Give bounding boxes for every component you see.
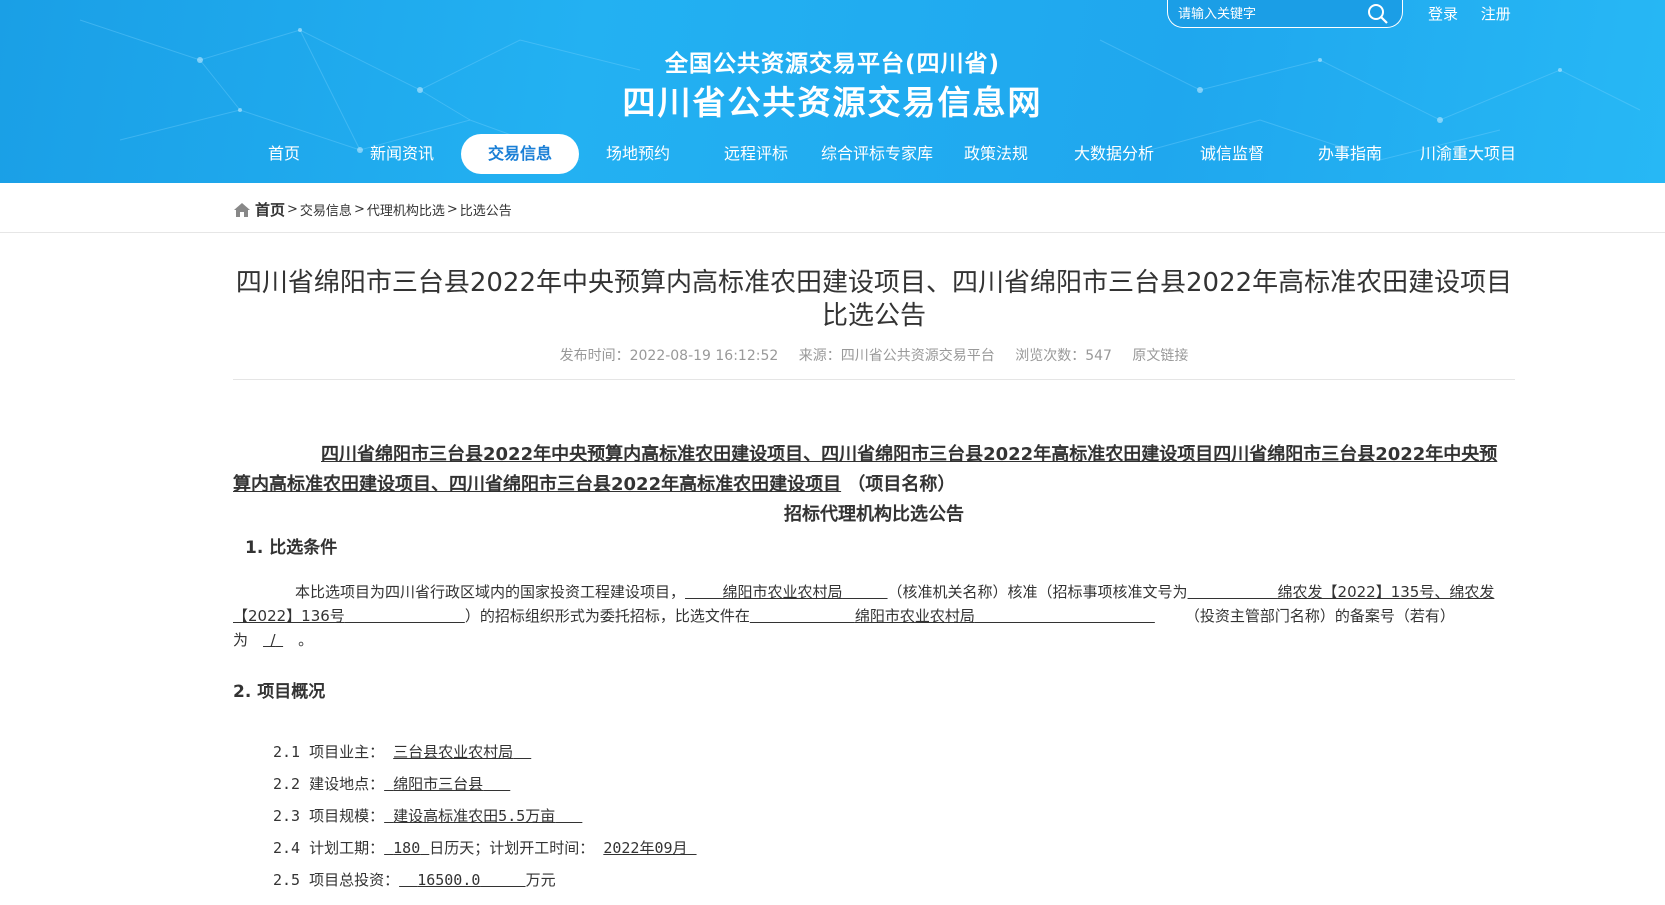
nav-item-trade-info[interactable]: 交易信息 — [461, 134, 579, 174]
source: 来源：四川省公共资源交易平台 — [798, 348, 995, 364]
nav-item-expert-library[interactable]: 综合评标专家库 — [815, 134, 939, 174]
filing-authority: 绵阳市农业农村局 — [854, 607, 975, 625]
para-text: 本比选项目为四川省行政区域内的国家投资工程建设项目， — [295, 583, 686, 601]
investment-value: 16500.0 — [417, 871, 481, 889]
project-overview-list: 2.1 项目业主： 三台县农业农村局 2.2 建设地点： 绵阳市三台县 2.3 … — [233, 736, 1515, 896]
list-item: 2.3 项目规模： 建设高标准农田5.5万亩 — [273, 800, 1515, 832]
breadcrumb: 首页 > 交易信息 > 代理机构比选 > 比选公告 — [0, 183, 1665, 233]
nav-item-remote-review[interactable]: 远程评标 — [697, 134, 815, 174]
para-text: ）的招标组织形式为委托招标，比选文件在 — [464, 607, 750, 625]
register-link[interactable]: 注册 — [1481, 5, 1511, 23]
view-count: 浏览次数：547 — [1015, 348, 1112, 364]
article: 四川省绵阳市三台县2022年中央预算内高标准农田建设项目、四川省绵阳市三台县20… — [233, 233, 1515, 896]
search-icon[interactable] — [1366, 2, 1390, 26]
breadcrumb-sep: > — [287, 202, 298, 217]
nav-item-credit[interactable]: 诚信监督 — [1173, 134, 1291, 174]
list-item: 2.1 项目业主： 三台县农业农村局 — [273, 736, 1515, 768]
section-2-title: 2. 项目概况 — [233, 682, 326, 702]
site-header: 登录 注册 全国公共资源交易平台(四川省) 四川省公共资源交易信息网 首页 新闻… — [0, 0, 1665, 183]
breadcrumb-current[interactable]: 比选公告 — [460, 200, 512, 219]
list-item: 2.2 建设地点： 绵阳市三台县 — [273, 768, 1515, 800]
project-heading: 四川省绵阳市三台县2022年中央预算内高标准农田建设项目、四川省绵阳市三台县20… — [233, 440, 1515, 500]
breadcrumb-trade-info[interactable]: 交易信息 — [300, 200, 352, 219]
breadcrumb-sep: > — [353, 202, 365, 217]
article-meta: 发布时间：2022-08-19 16:12:52 来源：四川省公共资源交易平台 … — [233, 345, 1515, 380]
main-nav: 首页 新闻资讯 交易信息 场地预约 远程评标 综合评标专家库 政策法规 大数据分… — [225, 134, 1525, 174]
login-link[interactable]: 登录 — [1428, 5, 1458, 23]
nav-item-big-data[interactable]: 大数据分析 — [1055, 134, 1173, 174]
list-item: 2.5 项目总投资： 16500.0 万元 — [273, 871, 556, 889]
location-value: 绵阳市三台县 — [393, 775, 484, 793]
section-1-title: 1. 比选条件 — [245, 538, 338, 558]
project-name-suffix: （项目名称） — [847, 474, 956, 495]
original-link[interactable]: 原文链接 — [1132, 348, 1188, 364]
nav-item-guide[interactable]: 办事指南 — [1291, 134, 1409, 174]
site-title: 四川省公共资源交易信息网 — [622, 83, 1043, 122]
nav-item-major-projects[interactable]: 川渝重大项目 — [1409, 134, 1527, 174]
duration-value: 180 — [393, 839, 421, 857]
list-item: 2.4 计划工期： 180 日历天；计划开工时间： 2022年09月 — [273, 832, 1515, 864]
para-text: （核准机关名称）核准（招标事项核准文号为 — [887, 583, 1188, 601]
nav-item-home[interactable]: 首页 — [225, 134, 343, 174]
filing-number: / — [270, 631, 276, 649]
breadcrumb-home[interactable]: 首页 — [255, 199, 285, 220]
section-1-paragraph: 本比选项目为四川省行政区域内的国家投资工程建设项目， 绵阳市农业农村局 （核准机… — [233, 580, 1515, 652]
article-title: 四川省绵阳市三台县2022年中央预算内高标准农田建设项目、四川省绵阳市三台县20… — [235, 268, 1513, 331]
account-links: 登录 注册 — [1428, 3, 1529, 24]
approval-authority: 绵阳市农业农村局 — [722, 583, 843, 601]
publish-time: 发布时间：2022-08-19 16:12:52 — [559, 348, 779, 364]
para-text: 。 — [298, 631, 314, 649]
owner-value: 三台县农业农村局 — [393, 743, 514, 761]
article-body: 四川省绵阳市三台县2022年中央预算内高标准农田建设项目、四川省绵阳市三台县20… — [233, 440, 1515, 896]
scale-value: 建设高标准农田5.5万亩 — [393, 807, 556, 825]
nav-item-news[interactable]: 新闻资讯 — [343, 134, 461, 174]
breadcrumb-sep: > — [446, 202, 458, 217]
platform-title: 全国公共资源交易平台(四川省) — [664, 51, 1001, 77]
notice-subheading: 招标代理机构比选公告 — [784, 504, 964, 525]
nav-item-venue-booking[interactable]: 场地预约 — [579, 134, 697, 174]
breadcrumb-agency[interactable]: 代理机构比选 — [367, 200, 445, 219]
home-icon — [234, 202, 250, 217]
nav-item-policy[interactable]: 政策法规 — [937, 134, 1055, 174]
start-time-value: 2022年09月 — [603, 839, 688, 857]
search-input[interactable] — [1178, 4, 1358, 24]
search-box[interactable] — [1167, 0, 1403, 28]
